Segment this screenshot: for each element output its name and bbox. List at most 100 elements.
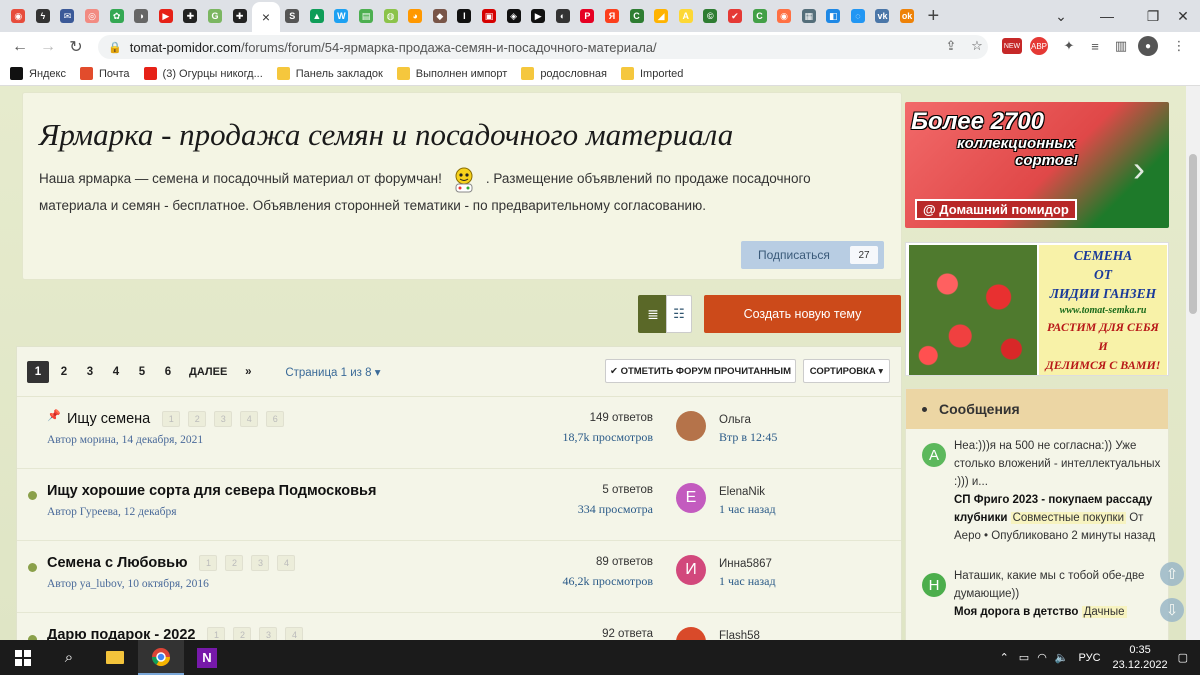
recent-post-forum[interactable]: Совместные покупки: [1010, 512, 1127, 524]
topic-page-link[interactable]: 2: [188, 411, 207, 427]
browser-tab[interactable]: P: [575, 3, 600, 29]
browser-tab[interactable]: ◉: [772, 3, 797, 29]
browser-tab[interactable]: ✔: [723, 3, 748, 29]
topic-page-link[interactable]: 3: [251, 555, 270, 571]
browser-tab[interactable]: ◍: [378, 3, 403, 29]
table-view-toggle[interactable]: ≣: [638, 295, 668, 333]
ad-banner-seeds[interactable]: СЕМЕНА ОТ ЛИДИИ ГАНЗЕН www.tomat-semka.r…: [905, 242, 1169, 376]
topic-page-link[interactable]: 3: [214, 411, 233, 427]
reload-icon[interactable]: ↻: [62, 33, 90, 61]
bookmark-item[interactable]: (3) Огурцы никогд...: [143, 67, 263, 80]
mark-forum-read-button[interactable]: ✔ ОТМЕТИТЬ ФОРУМ ПРОЧИТАННЫМ: [605, 359, 796, 383]
browser-tab[interactable]: ok: [895, 3, 920, 29]
bookmark-star-icon[interactable]: ☆: [966, 35, 988, 57]
browser-tab[interactable]: ◐: [550, 3, 575, 29]
browser-tab[interactable]: ◕: [403, 3, 428, 29]
onenote-icon[interactable]: N: [184, 640, 230, 675]
browser-tab[interactable]: ✚: [227, 3, 252, 29]
topic-row[interactable]: Дарю подарок - 2022 1 2 3 4 92 ответа Flash58: [17, 613, 901, 640]
browser-tab[interactable]: Я: [600, 3, 625, 29]
recent-post-excerpt[interactable]: Неа:)))я на 500 не согласна:)) Уже столь…: [954, 440, 1160, 488]
browser-tab[interactable]: ✿: [104, 3, 129, 29]
ad-banner-collection[interactable]: Более 2700 коллекционных сортов! @ Домаш…: [905, 102, 1169, 228]
browser-tab[interactable]: S: [280, 3, 305, 29]
browser-tab[interactable]: vk: [870, 3, 895, 29]
topic-page-link[interactable]: 3: [259, 627, 278, 640]
avatar[interactable]: А: [922, 443, 946, 467]
browser-tab[interactable]: I: [452, 3, 477, 29]
tab-search-icon[interactable]: ⌄: [1038, 0, 1084, 32]
recent-post-topic[interactable]: Моя дорога в детство: [954, 606, 1078, 618]
topic-page-link[interactable]: 1: [199, 555, 218, 571]
bookmark-item[interactable]: Почта: [80, 67, 130, 80]
browser-tab[interactable]: ▤: [354, 3, 379, 29]
browser-tab[interactable]: ▣: [477, 3, 502, 29]
recent-post-excerpt[interactable]: Наташик, какие мы с тобой обе-две думающ…: [954, 570, 1144, 600]
last-post-time[interactable]: 1 час назад: [719, 502, 776, 517]
browser-tab[interactable]: ▶: [154, 3, 179, 29]
topic-page-link[interactable]: 6: [266, 411, 285, 427]
topic-page-link[interactable]: 1: [162, 411, 181, 427]
language-indicator[interactable]: РУС: [1079, 652, 1101, 664]
browser-tab[interactable]: A: [673, 3, 698, 29]
sort-button[interactable]: СОРТИРОВКА ▾: [803, 359, 890, 383]
topic-page-link[interactable]: 4: [277, 555, 296, 571]
last-poster[interactable]: Flash58: [719, 630, 760, 640]
clock[interactable]: 0:35 23.12.2022: [1113, 643, 1168, 673]
avatar[interactable]: И: [676, 555, 706, 585]
subscribe-button[interactable]: Подписаться 27: [741, 241, 884, 269]
topic-row[interactable]: Ищу хорошие сорта для севера Подмосковья…: [17, 469, 901, 541]
side-panel-icon[interactable]: ▥: [1110, 35, 1132, 57]
browser-tab[interactable]: ▦: [796, 3, 821, 29]
last-poster[interactable]: Инна5867: [719, 558, 772, 570]
close-window-button[interactable]: ✕: [1166, 0, 1200, 32]
avatar[interactable]: [676, 627, 706, 640]
file-explorer-icon[interactable]: [92, 640, 138, 675]
browser-tab[interactable]: ✚: [178, 3, 203, 29]
last-poster[interactable]: Ольга: [719, 414, 751, 426]
avatar[interactable]: E: [676, 483, 706, 513]
page-current[interactable]: 1: [27, 360, 49, 383]
browser-tab[interactable]: C: [624, 3, 649, 29]
create-topic-button[interactable]: Создать новую тему: [704, 295, 901, 333]
extensions-puzzle-icon[interactable]: ✦: [1058, 35, 1080, 57]
topic-page-link[interactable]: 2: [225, 555, 244, 571]
browser-tab[interactable]: ◆: [428, 3, 453, 29]
browser-tab[interactable]: ▶: [526, 3, 551, 29]
active-tab[interactable]: ×: [251, 2, 280, 32]
avatar[interactable]: Н: [922, 573, 946, 597]
topic-row[interactable]: 📌 Ищу семена 1 2 3 4 6 Автор морина, 14 декабря…: [17, 397, 901, 469]
minimize-button[interactable]: —: [1084, 0, 1130, 32]
last-post-time[interactable]: 1 час назад: [719, 574, 776, 589]
chevron-right-icon[interactable]: ›: [1133, 148, 1145, 190]
topic-title-link[interactable]: Ищу хорошие сорта для севера Подмосковья: [47, 483, 376, 499]
extension-new-icon[interactable]: NEW: [1002, 38, 1022, 54]
topic-title-link[interactable]: Семена с Любовью 1 2 3 4: [47, 555, 296, 571]
volume-icon[interactable]: 🔈: [1055, 651, 1069, 664]
page-link[interactable]: 6: [157, 361, 179, 383]
avatar[interactable]: [676, 411, 706, 441]
topic-author[interactable]: Автор морина, 14 декабря, 2021: [47, 434, 203, 446]
close-tab-icon[interactable]: ×: [262, 9, 270, 25]
topic-page-link[interactable]: 4: [285, 627, 304, 640]
topic-page-link[interactable]: 4: [240, 411, 259, 427]
browser-tab[interactable]: ✉: [55, 3, 80, 29]
next-page-link[interactable]: ДАЛЕЕ: [183, 361, 233, 383]
page-link[interactable]: 3: [79, 361, 101, 383]
bookmark-item[interactable]: Выполнен импорт: [396, 67, 507, 80]
bookmark-item[interactable]: Панель закладок: [276, 67, 383, 80]
scroll-up-icon[interactable]: ⇧: [1160, 562, 1184, 586]
browser-tab[interactable]: G: [203, 3, 228, 29]
topic-author[interactable]: Автор ya_lubov, 10 октября, 2016: [47, 578, 209, 590]
last-poster[interactable]: ElenaNik: [719, 486, 765, 498]
lock-icon[interactable]: 🔒: [108, 41, 122, 54]
extension-abp-icon[interactable]: ABP: [1030, 37, 1048, 55]
browser-menu-icon[interactable]: ⋮: [1168, 35, 1190, 57]
page-link[interactable]: 5: [131, 361, 153, 383]
page-scrollbar[interactable]: [1186, 86, 1200, 640]
back-icon[interactable]: ←: [6, 33, 34, 61]
last-page-link[interactable]: »: [237, 361, 259, 383]
bookmark-item[interactable]: Imported: [621, 67, 683, 80]
bookmark-item[interactable]: Яндекс: [10, 67, 66, 80]
recent-post-forum[interactable]: Дачные: [1081, 606, 1127, 618]
